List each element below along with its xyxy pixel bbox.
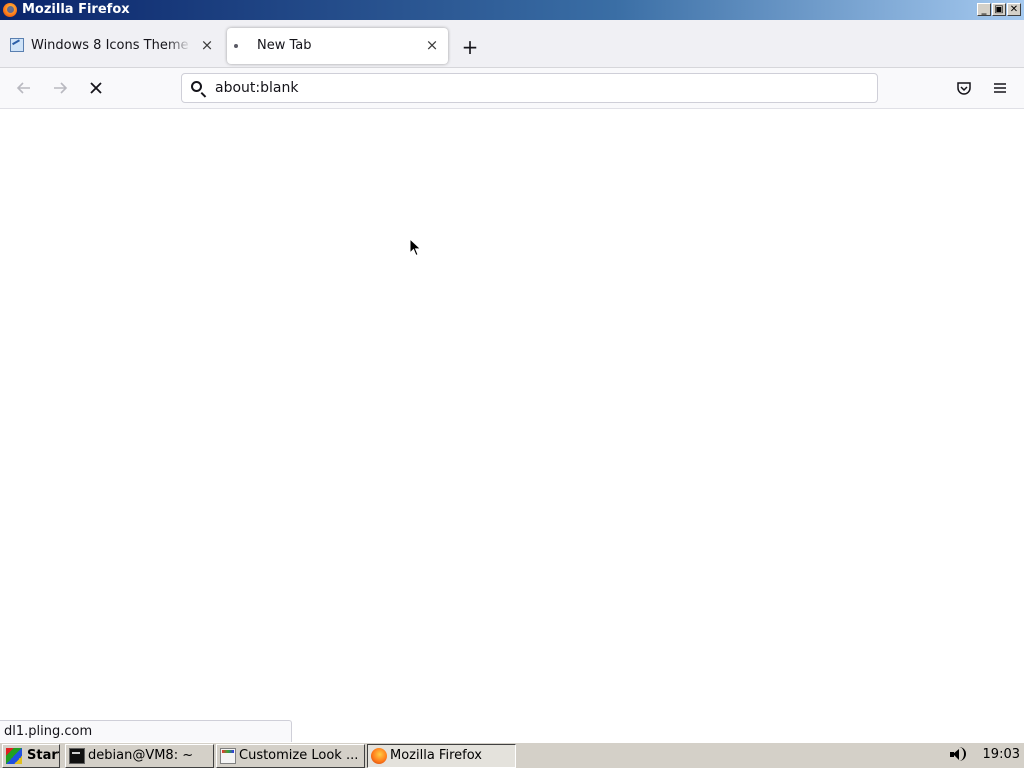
url-text[interactable]: about:blank [215,80,298,96]
volume-icon[interactable] [944,743,974,769]
forward-arrow-icon [54,82,68,94]
close-tab-icon[interactable]: × [199,37,215,53]
pocket-icon [957,82,971,95]
url-bar[interactable]: about:blank [181,73,878,103]
start-menu-icon [6,748,22,764]
clock[interactable]: 19:03 [983,747,1020,762]
stop-loading-button[interactable] [85,77,107,99]
windows-theme-favicon-icon [10,38,24,52]
close-tab-icon[interactable]: × [424,37,440,53]
taskbar: Start debian@VM8: ~ Customize Look ... M… [0,742,1024,768]
tab-label: New Tab [257,38,312,53]
loading-dot-icon [234,44,238,48]
taskbar-item-firefox[interactable]: Mozilla Firefox [367,744,516,768]
customize-icon [220,748,236,764]
firefox-icon [371,748,387,764]
status-bar: dl1.pling.com [0,720,292,742]
window-title-bar: Mozilla Firefox _ ▣ ✕ [0,0,1024,20]
tab-label: Windows 8 Icons Theme - [31,38,191,53]
back-arrow-icon [16,82,30,94]
start-label: Start [27,748,59,763]
search-icon [191,81,202,92]
start-button[interactable]: Start [2,744,60,768]
taskbar-item-label: Customize Look ... [239,748,359,763]
forward-button[interactable] [49,77,71,99]
taskbar-item-label: Mozilla Firefox [390,748,482,763]
back-button[interactable] [13,77,35,99]
taskbar-item-label: debian@VM8: ~ [88,748,194,763]
new-tab-button[interactable]: + [459,37,481,59]
window-title: Mozilla Firefox [22,2,130,17]
close-window-button[interactable]: ✕ [1007,3,1021,16]
tab-windows-icons-theme[interactable]: Windows 8 Icons Theme - × [4,28,222,64]
system-tray: 19:03 [944,743,1024,769]
pocket-button[interactable] [953,77,975,99]
page-content[interactable] [0,109,1024,720]
tab-new-tab[interactable]: New Tab × [227,28,448,64]
stop-x-icon [90,82,102,94]
hamburger-menu-icon [994,83,1006,93]
navigation-toolbar: about:blank [0,68,1024,109]
taskbar-item-terminal[interactable]: debian@VM8: ~ [65,744,214,768]
terminal-icon [69,748,85,764]
taskbar-item-customize-look[interactable]: Customize Look ... [216,744,365,768]
firefox-icon [3,3,17,17]
app-menu-button[interactable] [989,77,1011,99]
restore-button[interactable]: ▣ [992,3,1006,16]
minimize-button[interactable]: _ [977,3,991,16]
tab-strip: Windows 8 Icons Theme - × New Tab × + [0,20,1024,68]
